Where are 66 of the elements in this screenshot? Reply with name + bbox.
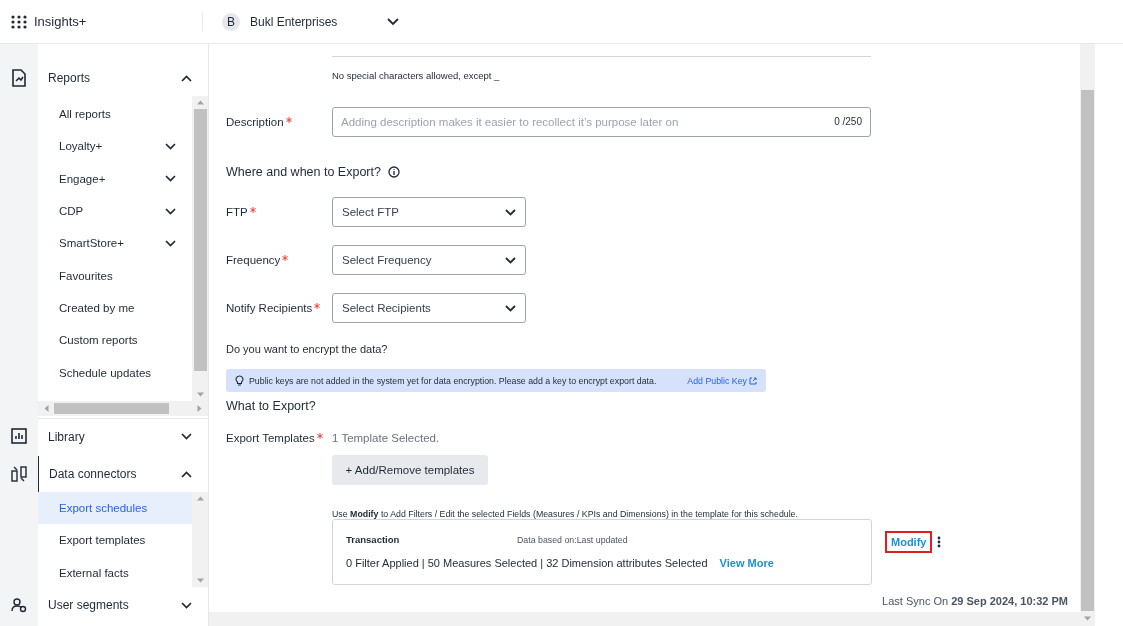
connector-icon[interactable]	[11, 466, 27, 482]
scrollbar[interactable]	[1080, 44, 1095, 626]
sidebar-item[interactable]: All reports	[38, 98, 192, 131]
sidebar-item[interactable]: CDP	[38, 194, 192, 228]
bar-chart-icon[interactable]	[11, 428, 27, 444]
scrollbar[interactable]	[192, 96, 208, 401]
sidebar-item[interactable]: External facts	[38, 556, 192, 587]
user-settings-icon[interactable]	[11, 597, 27, 613]
apps-grid-icon[interactable]	[11, 14, 27, 29]
sidebar-item[interactable]: Custom reports	[38, 324, 192, 357]
section-heading: What to Export?	[226, 399, 316, 413]
modify-link[interactable]: Modify	[885, 531, 933, 553]
info-icon[interactable]	[387, 166, 400, 178]
field-label: Notify Recipients	[226, 302, 313, 314]
chevron-down-icon	[387, 17, 399, 26]
instruction-text: Use Modify to Add Filters / Edit the selected Fields (Measures / KPIs and Dimensions) in the template for this schedule.	[332, 509, 798, 519]
view-more-link[interactable]: View More	[719, 557, 774, 569]
org-avatar: B	[222, 12, 240, 31]
question-text: Do you want to encrypt the data?	[226, 343, 389, 355]
field-label: Frequency	[226, 254, 281, 266]
sidebar-item[interactable]: Engage+	[38, 162, 192, 195]
report-icon[interactable]	[11, 69, 27, 87]
field-label: Description	[226, 116, 284, 128]
banner-text: Public keys are not added in the system yet for data encryption. Please add a key to encrypt export data.	[249, 375, 657, 386]
dropdown[interactable]: Select Recipients	[332, 293, 526, 323]
scroll-up-arrow-icon[interactable]	[196, 495, 204, 502]
sidebar-item[interactable]: Schedule updates	[38, 356, 192, 389]
sidebar-item[interactable]: Export templates	[38, 524, 192, 557]
scroll-up-arrow-icon[interactable]	[196, 99, 204, 106]
last-sync-text: Last Sync On 29 Sep 2024, 10:32 PM	[881, 595, 1069, 607]
external-link-icon	[749, 376, 757, 385]
field-label: Export Templates	[226, 432, 315, 444]
sidebar-item[interactable]: Favourites	[38, 259, 192, 292]
sidebar-item[interactable]: Loyalty+	[38, 130, 192, 163]
selection-summary: 1 Template Selected.	[332, 432, 440, 444]
horizontal-scrollbar[interactable]	[38, 401, 208, 416]
sidebar-item[interactable]: Created by me	[38, 291, 192, 325]
scroll-down-arrow-icon[interactable]	[196, 577, 204, 584]
template-details: 0 Filter Applied | 50 Measures Selected | 32 Dimension attributes Selected	[346, 557, 708, 569]
dropdown[interactable]: Select FTP	[332, 197, 526, 227]
organization-selector[interactable]: B Bukl Enterprises	[222, 12, 399, 31]
app-name: Insights+	[34, 14, 87, 29]
chevron-down-icon	[505, 304, 516, 312]
more-options-icon[interactable]	[937, 536, 942, 548]
chevron-down-icon	[505, 208, 516, 216]
character-counter: 0 /250	[834, 116, 862, 127]
scroll-down-arrow-icon[interactable]	[196, 391, 204, 398]
section-heading: Where and when to Export?	[226, 165, 381, 179]
sidebar-section[interactable]: User segments	[38, 587, 208, 623]
template-name: Transaction	[346, 534, 401, 545]
helper-text: No special characters allowed, except _	[332, 70, 500, 81]
sidebar-item[interactable]: SmartStore+	[38, 227, 192, 260]
scroll-left-arrow-icon[interactable]	[43, 405, 50, 412]
scrollbar[interactable]	[192, 492, 208, 587]
add-public-key-link[interactable]: Add Public Key	[687, 375, 757, 386]
lightbulb-icon	[235, 375, 244, 386]
dropdown[interactable]: Select Frequency	[332, 245, 526, 275]
sidebar-item[interactable]: Export schedules	[38, 492, 192, 525]
scroll-down-arrow-icon[interactable]	[1084, 615, 1091, 622]
sidebar-section[interactable]: Library	[38, 418, 208, 454]
data-basis-text: Data based on:Last updated	[517, 534, 628, 545]
chevron-down-icon	[505, 256, 516, 264]
add-remove-templates-button[interactable]: + Add/Remove templates	[332, 455, 488, 485]
field-label: FTP	[226, 206, 248, 218]
scroll-right-arrow-icon[interactable]	[196, 405, 203, 412]
sidebar-section[interactable]: Reports	[38, 60, 208, 96]
